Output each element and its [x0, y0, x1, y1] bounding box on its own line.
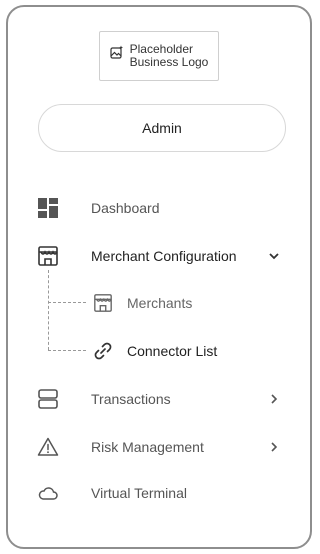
- sidebar-panel: [6, 5, 312, 549]
- sidebar-subitem-merchants[interactable]: Merchants: [0, 288, 318, 318]
- sidebar-item-virtual-terminal[interactable]: Virtual Terminal: [0, 478, 318, 508]
- sidebar-item-dashboard[interactable]: Dashboard: [0, 193, 318, 223]
- sidebar-item-label: Merchant Configuration: [91, 248, 237, 264]
- sidebar-item-transactions[interactable]: Transactions: [0, 384, 318, 414]
- chevron-down-icon[interactable]: [266, 248, 282, 264]
- sidebar-subitem-connector-list[interactable]: Connector List: [0, 336, 318, 366]
- storefront-icon: [92, 292, 114, 314]
- server-icon: [36, 387, 60, 411]
- image-sparkle-icon: [110, 43, 124, 64]
- user-name: Admin: [142, 120, 182, 136]
- logo-line-2: Business Logo: [129, 55, 209, 69]
- sidebar-item-merchant-configuration[interactable]: Merchant Configuration: [0, 241, 318, 271]
- sidebar-item-risk-management[interactable]: Risk Management: [0, 432, 318, 462]
- sidebar-item-label: Risk Management: [91, 439, 204, 455]
- sidebar-subitem-label: Connector List: [127, 343, 218, 359]
- sidebar-item-label: Transactions: [91, 391, 171, 407]
- logo-text: Placeholder Business Logo: [130, 43, 209, 69]
- cloud-icon: [36, 481, 60, 505]
- warning-icon: [36, 435, 60, 459]
- business-logo[interactable]: Placeholder Business Logo: [99, 31, 219, 81]
- sidebar-item-label: Virtual Terminal: [91, 485, 187, 501]
- dashboard-icon: [36, 196, 60, 220]
- sidebar-subitem-label: Merchants: [127, 295, 193, 311]
- chevron-right-icon[interactable]: [266, 391, 282, 407]
- chevron-right-icon[interactable]: [266, 439, 282, 455]
- link-icon: [92, 340, 114, 362]
- user-profile-button[interactable]: Admin: [38, 104, 286, 152]
- sidebar-item-label: Dashboard: [91, 200, 160, 216]
- storefront-icon: [36, 244, 60, 268]
